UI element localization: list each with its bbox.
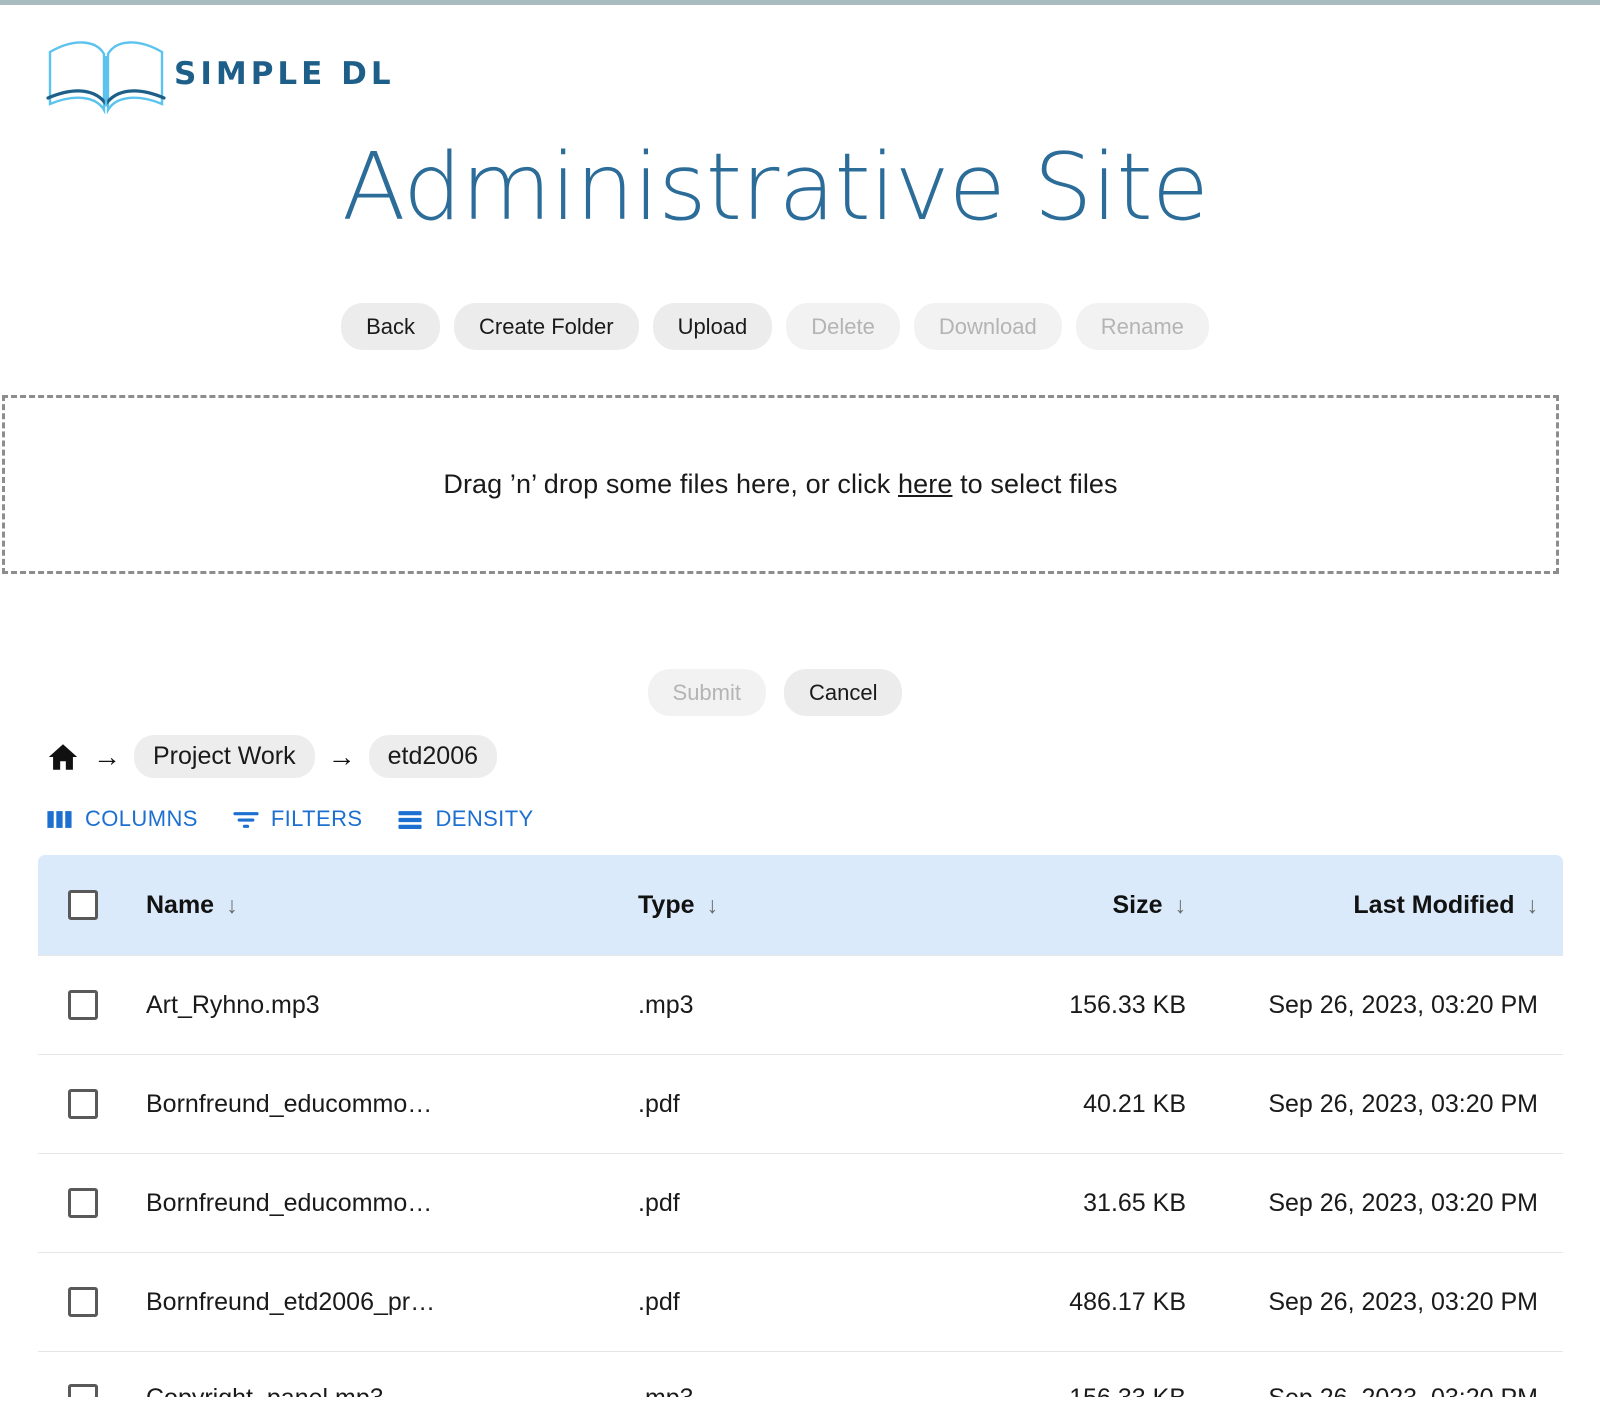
dropzone-message: Drag ’n’ drop some files here, or click … (443, 469, 1117, 500)
back-button[interactable]: Back (341, 303, 441, 351)
cell-type: .mp3 (638, 990, 694, 1019)
row-select-cell (38, 990, 146, 1020)
table-row[interactable]: Bornfreund_educommo… .pdf 31.65 KB Sep 2… (38, 1153, 1563, 1252)
column-header-size[interactable]: Size ↓ (938, 891, 1248, 920)
breadcrumb: → Project Work → etd2006 (46, 735, 498, 778)
submit-button: Submit (647, 669, 766, 717)
row-checkbox[interactable] (68, 990, 98, 1020)
cell-last-modified: Sep 26, 2023, 03:20 PM (1248, 1384, 1563, 1397)
cell-last-modified: Sep 26, 2023, 03:20 PM (1268, 1287, 1538, 1316)
cell-name: Bornfreund_educommo… (146, 1188, 433, 1217)
columns-icon (46, 809, 74, 830)
rename-button: Rename (1075, 303, 1209, 351)
table-row[interactable]: Art_Ryhno.mp3 .mp3 156.33 KB Sep 26, 202… (38, 955, 1563, 1054)
page-header: SIMPLE DL Administrative Site (0, 5, 1600, 236)
column-header-type[interactable]: Type ↓ (638, 891, 938, 920)
cell-type: .pdf (638, 1287, 680, 1316)
cell-size: 156.33 KB (1069, 990, 1186, 1019)
grid-toolbar: COLUMNS FILTERS DENSITY (46, 806, 534, 832)
dropzone-text-after: to select files (952, 469, 1118, 499)
column-header-type-label: Type (638, 890, 695, 919)
select-all-checkbox[interactable] (68, 890, 98, 920)
create-folder-button[interactable]: Create Folder (454, 303, 639, 351)
upload-submit-bar: Submit Cancel (0, 669, 1600, 717)
file-dropzone[interactable]: Drag ’n’ drop some files here, or click … (2, 395, 1559, 574)
row-checkbox[interactable] (68, 1188, 98, 1218)
table-row[interactable]: Bornfreund_educommo… .pdf 40.21 KB Sep 2… (38, 1054, 1563, 1153)
page-title: Administrative Site (341, 133, 1209, 242)
sort-arrow-size-icon[interactable]: ↓ (1175, 893, 1187, 917)
cell-size: 156.33 KB (938, 1384, 1248, 1397)
columns-button[interactable]: COLUMNS (46, 806, 198, 832)
columns-label: COLUMNS (85, 806, 198, 831)
filters-label: FILTERS (270, 806, 363, 831)
row-select-cell (38, 1384, 146, 1397)
cell-type: .pdf (638, 1089, 680, 1118)
row-checkbox[interactable] (68, 1384, 98, 1397)
filters-button[interactable]: FILTERS (232, 806, 363, 832)
row-select-cell (38, 1089, 146, 1119)
cell-size: 31.65 KB (1083, 1188, 1186, 1217)
dropzone-text-before: Drag ’n’ drop some files here, or click (443, 469, 899, 499)
cell-name: Art_Ryhno.mp3 (146, 990, 320, 1019)
density-icon (396, 809, 424, 830)
density-button[interactable]: DENSITY (396, 806, 533, 832)
dropzone-select-files-link[interactable]: here (898, 469, 952, 499)
table-row[interactable]: Bornfreund_etd2006_pr… .pdf 486.17 KB Se… (38, 1252, 1563, 1351)
row-select-cell (38, 1188, 146, 1218)
table-row[interactable]: Copyright_panel.mp3 .mp3 156.33 KB Sep 2… (38, 1351, 1563, 1397)
delete-button: Delete (786, 303, 900, 351)
column-header-name[interactable]: Name ↓ (146, 891, 638, 920)
breadcrumb-item-etd2006[interactable]: etd2006 (368, 735, 498, 778)
cell-name: Copyright_panel.mp3 (146, 1384, 638, 1397)
cell-type: .mp3 (638, 1384, 938, 1397)
column-header-size-label: Size (1112, 890, 1163, 919)
select-all-cell (38, 890, 146, 920)
row-select-cell (38, 1287, 146, 1317)
cell-last-modified: Sep 26, 2023, 03:20 PM (1268, 990, 1538, 1019)
brand-logo: SIMPLE DL (44, 30, 395, 118)
row-checkbox[interactable] (68, 1089, 98, 1119)
cell-name: Bornfreund_etd2006_pr… (146, 1287, 436, 1316)
filter-icon (232, 809, 260, 830)
table-header-row: Name ↓ Type ↓ Size ↓ Last Modified ↓ (38, 855, 1563, 955)
brand-name: SIMPLE DL (174, 56, 395, 92)
column-header-last-modified-label: Last Modified (1353, 890, 1515, 919)
upload-button[interactable]: Upload (652, 303, 773, 351)
action-toolbar: Back Create Folder Upload Delete Downloa… (0, 303, 1600, 351)
density-label: DENSITY (435, 806, 534, 831)
cell-last-modified: Sep 26, 2023, 03:20 PM (1268, 1089, 1538, 1118)
download-button: Download (913, 303, 1062, 351)
sort-arrow-name-icon[interactable]: ↓ (226, 893, 238, 917)
column-header-name-label: Name (146, 890, 215, 919)
breadcrumb-arrow-2: → (327, 740, 356, 772)
column-header-last-modified[interactable]: Last Modified ↓ (1248, 891, 1563, 920)
home-icon[interactable] (46, 740, 80, 774)
cell-name: Bornfreund_educommo… (146, 1089, 433, 1118)
sort-arrow-type-icon[interactable]: ↓ (707, 893, 719, 917)
row-checkbox[interactable] (68, 1287, 98, 1317)
cancel-button[interactable]: Cancel (784, 669, 903, 717)
cell-size: 486.17 KB (1069, 1287, 1186, 1316)
cell-type: .pdf (638, 1188, 680, 1217)
open-book-icon (44, 30, 168, 118)
cell-size: 40.21 KB (1083, 1089, 1186, 1118)
breadcrumb-arrow-1: → (93, 740, 121, 772)
file-table: Name ↓ Type ↓ Size ↓ Last Modified ↓ Art… (38, 855, 1563, 1397)
breadcrumb-item-project-work[interactable]: Project Work (134, 735, 315, 778)
cell-last-modified: Sep 26, 2023, 03:20 PM (1268, 1188, 1538, 1217)
sort-arrow-modified-icon[interactable]: ↓ (1527, 893, 1539, 917)
